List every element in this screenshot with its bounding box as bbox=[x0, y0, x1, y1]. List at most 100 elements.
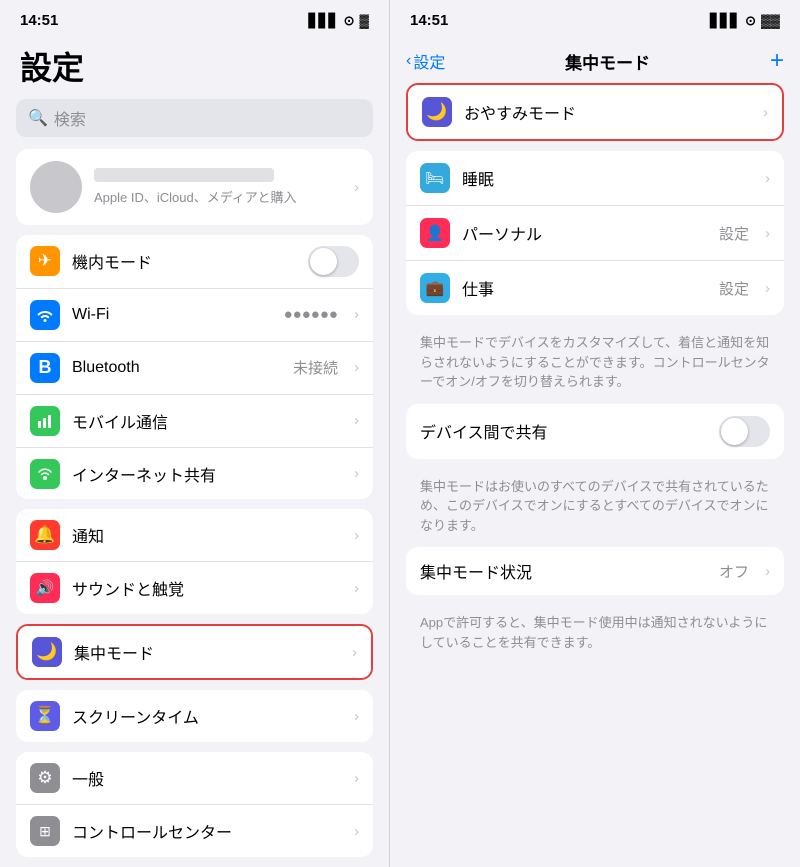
personal-label: パーソナル bbox=[462, 221, 707, 245]
sounds-icon: 🔊 bbox=[30, 573, 60, 603]
personal-chevron: › bbox=[765, 225, 770, 242]
focus-row[interactable]: 🌙 集中モード › bbox=[18, 626, 371, 678]
oyasumi-label: おやすみモード bbox=[464, 100, 751, 124]
screentime-label: スクリーンタイム bbox=[72, 704, 342, 728]
controlcenter-icon: ⊞ bbox=[30, 816, 60, 846]
search-placeholder: 検索 bbox=[54, 106, 86, 130]
oyasumi-chevron: › bbox=[763, 104, 768, 121]
screentime-section: ⏳ スクリーンタイム › bbox=[16, 690, 373, 742]
description2: 集中モードはお使いのすべてのデバイスで共有されているため、このデバイスでオンにす… bbox=[406, 469, 784, 548]
description1: 集中モードでデバイスをカスタマイズして、着信と通知を知らされないようにすることが… bbox=[406, 325, 784, 404]
right-content: 🌙 おやすみモード › 🛏 睡眠 › 👤 パーソナル 設定 › 💼 仕事 設定 bbox=[390, 83, 800, 867]
notifications-section: 🔔 通知 › 🔊 サウンドと触覚 › bbox=[16, 509, 373, 614]
appleid-subtitle: Apple ID、iCloud、メディアと購入 bbox=[94, 187, 342, 206]
status-row[interactable]: 集中モード状況 オフ › bbox=[406, 547, 784, 595]
bluetooth-chevron: › bbox=[354, 359, 359, 376]
add-button[interactable]: + bbox=[770, 47, 784, 75]
appleid-chevron: › bbox=[354, 179, 359, 196]
airplane-row[interactable]: ✈ 機内モード bbox=[16, 235, 373, 289]
status-chevron: › bbox=[765, 563, 770, 580]
right-status-icons: ▋▋▋ ⊙ ▓▓ bbox=[710, 13, 780, 29]
focus-section-highlight: 🌙 集中モード › bbox=[16, 624, 373, 680]
share-toggle[interactable] bbox=[719, 416, 770, 447]
wifi-label: Wi-Fi bbox=[72, 306, 272, 324]
notifications-icon: 🔔 bbox=[30, 520, 60, 550]
hotspot-icon bbox=[30, 459, 60, 489]
airplane-icon: ✈ bbox=[30, 246, 60, 276]
personal-value: 設定 bbox=[719, 223, 749, 244]
right-time: 14:51 bbox=[410, 12, 448, 29]
sleep-row[interactable]: 🛏 睡眠 › bbox=[406, 151, 784, 206]
cellular-label: モバイル通信 bbox=[72, 409, 342, 433]
oyasumi-highlight: 🌙 おやすみモード › bbox=[406, 83, 784, 141]
hotspot-row[interactable]: インターネット共有 › bbox=[16, 448, 373, 500]
general-section: ⚙ 一般 › ⊞ コントロールセンター › bbox=[16, 752, 373, 857]
wifi-status-icon: ⊙ bbox=[344, 13, 355, 29]
nav-title: 集中モード bbox=[565, 49, 650, 74]
appleid-info: Apple ID、iCloud、メディアと購入 bbox=[94, 168, 342, 206]
work-label: 仕事 bbox=[462, 276, 707, 300]
wifi-value: ●●●●●● bbox=[284, 306, 338, 323]
personal-icon: 👤 bbox=[420, 218, 450, 248]
cellular-chevron: › bbox=[354, 412, 359, 429]
bluetooth-row[interactable]: B Bluetooth 未接続 › bbox=[16, 342, 373, 395]
right-battery-icon: ▓▓ bbox=[761, 13, 780, 28]
general-chevron: › bbox=[354, 770, 359, 787]
wifi-row[interactable]: Wi-Fi ●●●●●● › bbox=[16, 289, 373, 342]
controlcenter-label: コントロールセンター bbox=[72, 819, 342, 843]
appleid-section: Apple ID、iCloud、メディアと購入 › bbox=[16, 149, 373, 225]
sleep-label: 睡眠 bbox=[462, 166, 753, 190]
search-icon: 🔍 bbox=[28, 108, 48, 128]
screentime-row[interactable]: ⏳ スクリーンタイム › bbox=[16, 690, 373, 742]
wifi-chevron: › bbox=[354, 306, 359, 323]
share-label: デバイス間で共有 bbox=[420, 419, 707, 443]
sleep-icon: 🛏 bbox=[420, 163, 450, 193]
back-chevron-icon: ‹ bbox=[406, 52, 411, 70]
cellular-icon bbox=[30, 406, 60, 436]
focus-label: 集中モード bbox=[74, 640, 340, 664]
work-value: 設定 bbox=[719, 278, 749, 299]
oyasumi-icon: 🌙 bbox=[422, 97, 452, 127]
wifi-icon bbox=[30, 300, 60, 330]
left-panel: 14:51 ▋▋▋ ⊙ ▓ 設定 🔍 検索 Apple ID、iCloud、メデ… bbox=[0, 0, 390, 867]
battery-icon: ▓ bbox=[360, 13, 369, 28]
bluetooth-label: Bluetooth bbox=[72, 359, 281, 377]
personal-row[interactable]: 👤 パーソナル 設定 › bbox=[406, 206, 784, 261]
right-signal-icon: ▋▋▋ bbox=[710, 13, 740, 29]
work-row[interactable]: 💼 仕事 設定 › bbox=[406, 261, 784, 315]
screentime-icon: ⏳ bbox=[30, 701, 60, 731]
left-status-icons: ▋▋▋ ⊙ ▓ bbox=[309, 13, 369, 29]
bluetooth-value: 未接続 bbox=[293, 357, 338, 378]
right-navbar: ‹ 設定 集中モード + bbox=[390, 35, 800, 83]
screentime-chevron: › bbox=[354, 708, 359, 725]
right-panel: 14:51 ▋▋▋ ⊙ ▓▓ ‹ 設定 集中モード + 🌙 おやすみモード › … bbox=[390, 0, 800, 867]
general-row[interactable]: ⚙ 一般 › bbox=[16, 752, 373, 805]
general-icon: ⚙ bbox=[30, 763, 60, 793]
right-status-bar: 14:51 ▋▋▋ ⊙ ▓▓ bbox=[390, 0, 800, 35]
description3: Appで許可すると、集中モード使用中は通知されないようにしていることを共有できま… bbox=[406, 605, 784, 664]
other-focus-section: 🛏 睡眠 › 👤 パーソナル 設定 › 💼 仕事 設定 › bbox=[406, 151, 784, 315]
appleid-row[interactable]: Apple ID、iCloud、メディアと購入 › bbox=[16, 149, 373, 225]
appleid-name-blur bbox=[94, 168, 274, 182]
cellular-row[interactable]: モバイル通信 › bbox=[16, 395, 373, 448]
controlcenter-row[interactable]: ⊞ コントロールセンター › bbox=[16, 805, 373, 857]
sounds-row[interactable]: 🔊 サウンドと触覚 › bbox=[16, 562, 373, 614]
focus-status-label: 集中モード状況 bbox=[420, 559, 707, 583]
notifications-row[interactable]: 🔔 通知 › bbox=[16, 509, 373, 562]
status-section: 集中モード状況 オフ › bbox=[406, 547, 784, 595]
notifications-label: 通知 bbox=[72, 523, 342, 547]
general-label: 一般 bbox=[72, 766, 342, 790]
airplane-toggle[interactable] bbox=[308, 246, 359, 277]
hotspot-chevron: › bbox=[354, 465, 359, 482]
share-row: デバイス間で共有 bbox=[406, 404, 784, 459]
airplane-label: 機内モード bbox=[72, 249, 296, 273]
focus-icon: 🌙 bbox=[32, 637, 62, 667]
sleep-chevron: › bbox=[765, 170, 770, 187]
oyasumi-row[interactable]: 🌙 おやすみモード › bbox=[408, 85, 782, 139]
left-time: 14:51 bbox=[20, 12, 58, 29]
hotspot-label: インターネット共有 bbox=[72, 462, 342, 486]
avatar bbox=[30, 161, 82, 213]
back-button[interactable]: ‹ 設定 bbox=[406, 49, 445, 73]
signal-icon: ▋▋▋ bbox=[309, 13, 339, 29]
search-bar[interactable]: 🔍 検索 bbox=[16, 99, 373, 137]
